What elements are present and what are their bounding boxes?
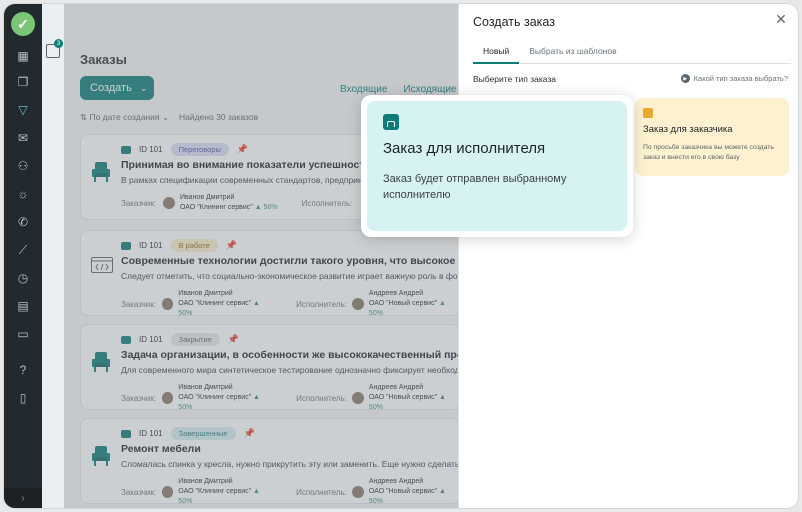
help-link-label: Какой тип заказа выбрать? (693, 74, 788, 83)
secondary-column: 3 (42, 4, 64, 508)
choose-type-label: Выберите тип заказа (473, 74, 557, 84)
help-icon[interactable]: ? (13, 360, 33, 380)
executor-icon (383, 114, 399, 130)
order-type-help-link[interactable]: ▶ Какой тип заказа выбрать? (680, 74, 788, 83)
phone-icon[interactable]: ✆ (13, 212, 33, 232)
customer-order-desc: По просьбе заказчика вы можете создать з… (643, 144, 774, 161)
close-icon[interactable]: ✕ (774, 12, 788, 26)
folder-icon[interactable]: ▭ (13, 324, 33, 344)
idea-icon[interactable]: ☼ (13, 184, 33, 204)
left-rail: ✓ ▦ ❐ ▽ ✉ ⚇ ☼ ✆ ⟋ ◷ ▤ ▭ ? ▯ › (4, 4, 42, 508)
customer-order-option[interactable]: Заказ для заказчика По просьбе заказчика… (635, 98, 789, 176)
mail-icon[interactable]: ✉ (13, 128, 33, 148)
users-icon[interactable]: ⚇ (13, 156, 33, 176)
executor-order-desc: Заказ будет отправлен выбранному исполни… (383, 173, 567, 201)
calendar-icon[interactable]: ▤ (13, 296, 33, 316)
tab-new[interactable]: Новый (473, 42, 520, 64)
chart-icon[interactable]: ⟋ (13, 240, 33, 260)
timer-icon[interactable]: ◷ (13, 268, 33, 288)
collapse-rail-button[interactable]: › (4, 488, 42, 508)
executor-order-title: Заказ для исполнителя (383, 140, 546, 157)
create-order-panel: Создать заказ ✕ Новый Выбрать из шаблоно… (458, 4, 798, 508)
app-logo[interactable]: ✓ (11, 12, 35, 36)
dashboard-icon[interactable]: ▦ (13, 46, 33, 66)
notification-badge: 3 (54, 39, 63, 48)
customer-order-title: Заказ для заказчика (643, 124, 733, 135)
tab-templates[interactable]: Выбрать из шаблонов (519, 42, 626, 63)
executor-order-option[interactable]: Заказ для исполнителя Заказ будет отправ… (361, 95, 633, 237)
documents-icon[interactable]: ❐ (13, 72, 33, 92)
play-icon: ▶ (680, 74, 690, 83)
app-window: ✓ ▦ ❐ ▽ ✉ ⚇ ☼ ✆ ⟋ ◷ ▤ ▭ ? ▯ › 3 Заказы С… (3, 3, 799, 509)
panel-title: Создать заказ (473, 15, 555, 29)
panel-tabs: Новый Выбрать из шаблонов (473, 42, 791, 64)
mobile-icon[interactable]: ▯ (13, 388, 33, 408)
filter-icon[interactable]: ▽ (13, 100, 33, 120)
executor-order-card: Заказ для исполнителя Заказ будет отправ… (367, 101, 627, 231)
customer-icon (643, 108, 653, 118)
